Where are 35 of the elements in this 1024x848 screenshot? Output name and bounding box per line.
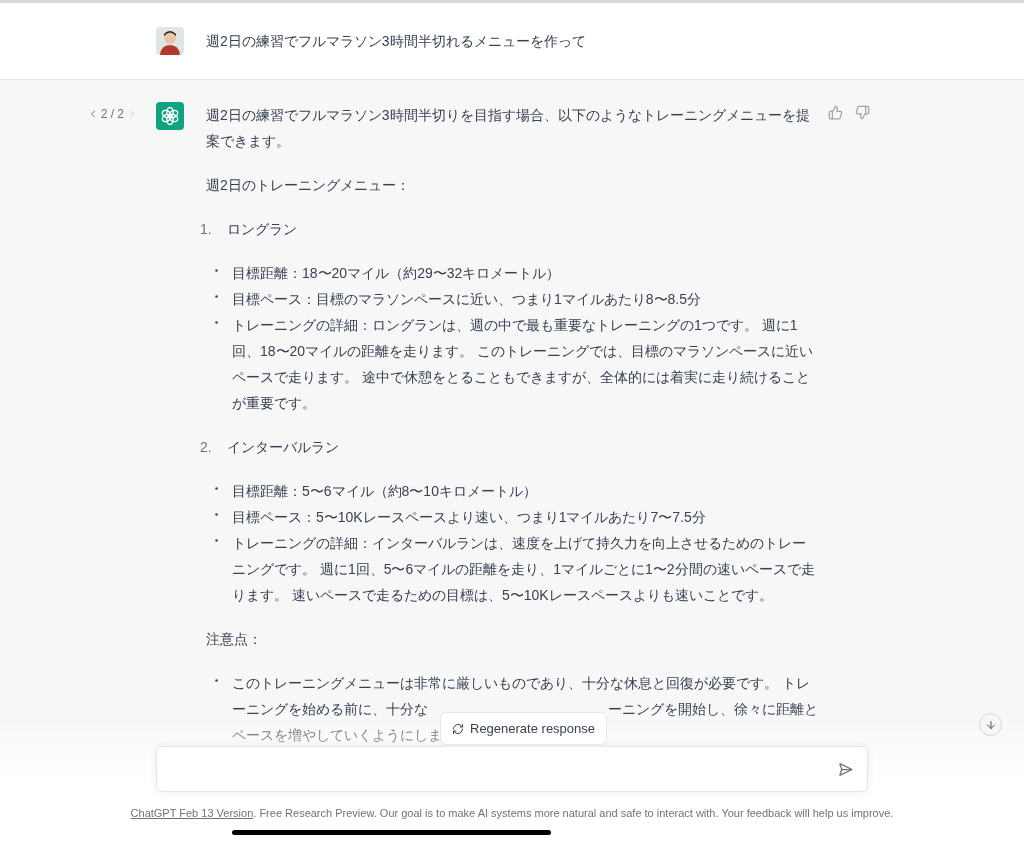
message-input[interactable]	[156, 746, 868, 792]
user-message-text: 週2日の練習でフルマラソン3時間半切れるメニューを作って	[206, 31, 586, 51]
bullet-icon	[215, 679, 218, 682]
bullet-icon	[215, 321, 218, 324]
intro-paragraph: 週2日の練習でフルマラソン3時間半切りを目指す場合、以下のようなトレーニングメニューを提案できます。	[206, 106, 811, 151]
bullet-text: 目標ペース：目標のマラソンペースに近い、つまり1マイルあたり8〜8.5分	[232, 290, 702, 309]
bullet-text: ーニングを開始し、徐々に距離と	[608, 700, 818, 719]
page-indicator: 2 / 2	[100, 106, 124, 123]
section-title: インターバルラン	[227, 438, 339, 457]
footer-text: ChatGPT Feb 13 Version. Free Research Preview. Our goal is to make AI systems more natural and safe to interact with. Your feedback will help us improve.	[130, 806, 894, 821]
bullet-text: トレーニングの詳細：ロングランは、週の中で最も重要なトレーニングの1つです。 週に1回、18〜20マイルの距離を走ります。 このトレーニングでは、目標のマラソンペースに近いペースで走ります。 途中で休憩をとることもできますが、全体的には着実に走り続けることが重要です。	[232, 316, 815, 413]
bullet-icon	[215, 295, 218, 298]
bullet-text: トレーニングの詳細：インターバルランは、速度を上げて持久力を向上させるためのトレーニングです。 週に1回、5〜6マイルの距離を走り、1マイルごとに1〜2分間の速いペースで走ります。 速いペースで走るための目標は、5〜10Kレースペースよりも速いことです。	[232, 534, 816, 605]
list-number: 1.	[200, 220, 213, 239]
scroll-down-button[interactable]	[979, 713, 1002, 736]
list-number: 2.	[200, 438, 213, 457]
refresh-icon	[452, 722, 464, 735]
menu-heading: 週2日のトレーニングメニュー：	[206, 176, 411, 195]
bullet-text: このトレーニングメニューは非常に厳しいものであり、十分な休息と回復が必要です。 トレ	[232, 674, 810, 693]
bullet-icon	[215, 539, 218, 542]
send-icon[interactable]	[838, 761, 853, 777]
bullet-text: 目標距離：18〜20マイル（約29〜32キロメートル）	[232, 264, 561, 283]
bullet-text: ーニングを始める前に、十分な	[232, 700, 428, 719]
bullet-icon	[215, 487, 218, 490]
regenerate-button[interactable]: Regenerate response	[440, 712, 608, 745]
bullet-text: 目標ペース：5〜10Kレースペースより速い、つまり1マイルあたり7〜7.5分	[232, 508, 706, 527]
notes-heading: 注意点：	[206, 630, 263, 649]
bullet-icon	[215, 269, 218, 272]
thumbs-down-icon[interactable]	[855, 105, 870, 120]
bullet-text: 目標距離：5〜6マイル（約8〜10キロメートル）	[232, 482, 537, 501]
thumbs-up-icon[interactable]	[828, 105, 843, 120]
arrow-down-icon	[984, 718, 997, 731]
bullet-text: ペースを増やしていくようにしま	[232, 726, 442, 745]
bullet-icon	[215, 513, 218, 516]
section-title: ロングラン	[227, 220, 297, 239]
